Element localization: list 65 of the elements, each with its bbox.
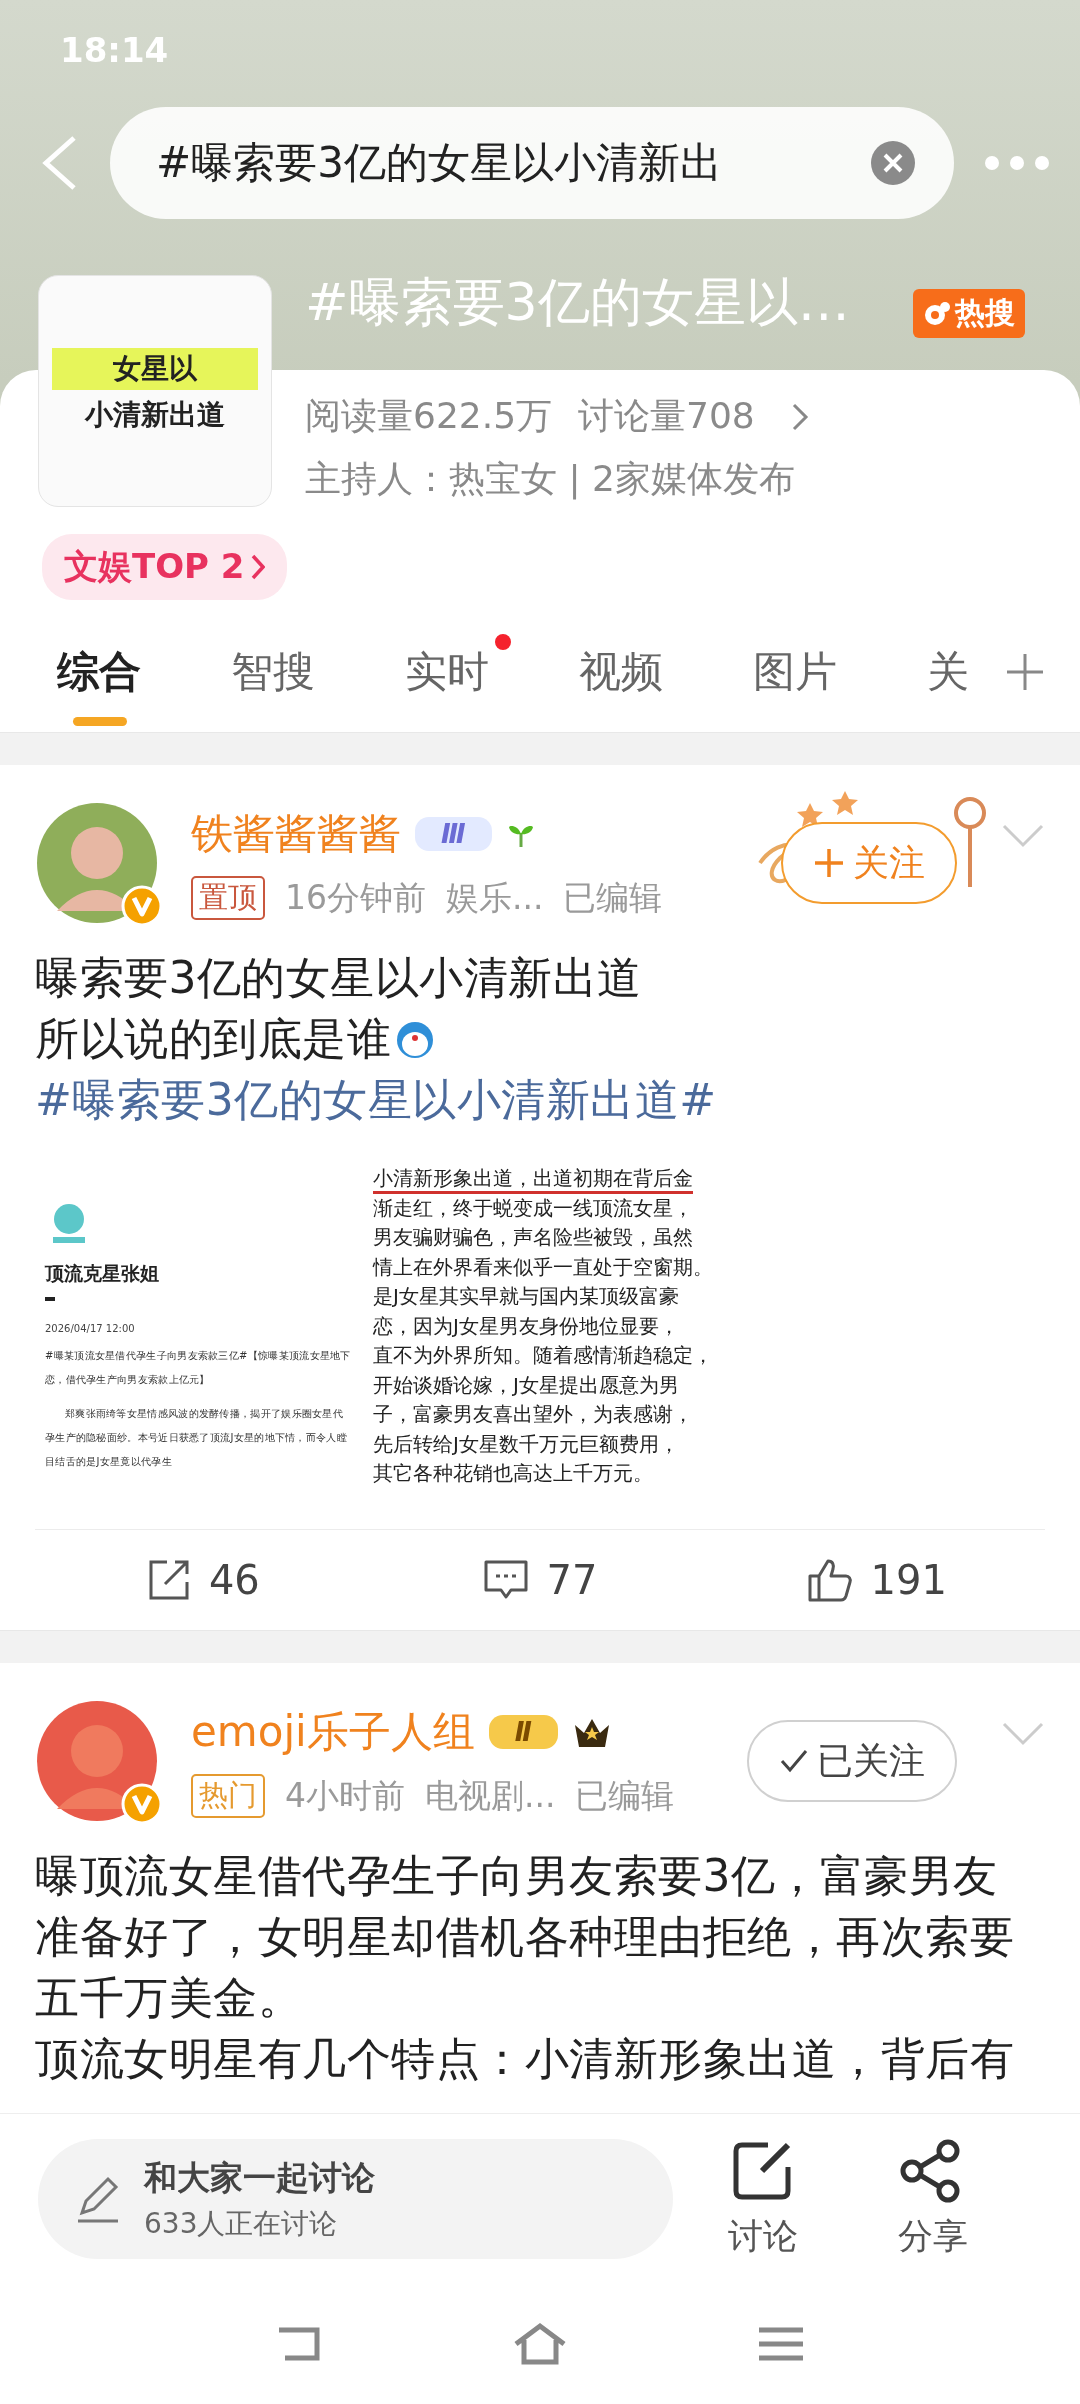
tab[interactable]: 视频 <box>577 612 751 732</box>
flame-icon <box>923 299 951 328</box>
topic-title: #曝索要3亿的女星以… <box>305 271 851 334</box>
share-button[interactable]: 分享 <box>853 2138 1013 2260</box>
article-date: 2026/04/17 12:00 <box>45 1323 136 1334</box>
discuss-button[interactable]: 讨论 <box>683 2138 843 2260</box>
topic-host: 主持人：热宝女 | 2家媒体发布 <box>305 457 796 502</box>
article-line: 先后转给J女星数千万元巨额费用， <box>373 1430 680 1458</box>
post-source: 娱乐... <box>446 876 544 919</box>
article-title: 顶流克星张姐 <box>45 1261 160 1286</box>
follow-button[interactable]: 已关注 <box>747 1720 957 1802</box>
search-field[interactable]: #曝索要3亿的女星以小清新出 <box>110 106 954 219</box>
article-paragraph: 郑爽张雨绮等女星情感风波的发酵传播，揭开了娱乐圈女星代孕生产的隐秘面纱。本号近日获悉了顶流J女星的地下情，而令人瞠目结舌的是J女星竟以代孕生 <box>45 1407 348 1469</box>
edited-label: 已编辑 <box>563 876 663 919</box>
topic-stat: 讨论量708 <box>578 394 755 438</box>
article-line: 直不为外界所知。随着感情渐趋稳定， <box>373 1342 714 1369</box>
post-time: 4小时前 <box>285 1774 405 1817</box>
thumbnail-text: 小清新出道 <box>85 397 225 433</box>
article-line: 子，富豪男友喜出望外，为表感谢， <box>373 1401 694 1428</box>
article-line: 开始谈婚论嫁，J女星提出愿意为男 <box>373 1371 680 1399</box>
post-text: 曝索要3亿的女星以小清新出道 <box>35 951 643 1005</box>
post-text: 顶流女明星有几个特点：小清新形象出道，背后有 <box>35 2032 1015 2086</box>
thumbnail-text: 女星以 <box>52 348 258 390</box>
action-count[interactable]: 46 <box>208 1557 260 1603</box>
discussion-field[interactable]: 和大家一起讨论 633人正在讨论 <box>38 2139 673 2259</box>
tab[interactable]: 智搜 <box>229 612 403 732</box>
post-time: 16分钟前 <box>285 876 426 919</box>
post-tag: 热门 <box>191 1774 265 1818</box>
rank-badge[interactable]: 文娱TOP 2 <box>42 534 287 600</box>
clear-icon[interactable] <box>870 139 916 186</box>
action-count[interactable]: 191 <box>870 1557 947 1603</box>
article-line: 恋，因为J女星男友身份地位显要， <box>373 1312 680 1340</box>
action-count[interactable]: 77 <box>546 1557 598 1603</box>
verified-icon <box>121 885 163 927</box>
tab[interactable]: 实时 <box>403 612 577 732</box>
verified-icon <box>121 1783 163 1825</box>
topic-stat: 阅读量622.5万 <box>305 394 553 438</box>
home-icon[interactable] <box>512 2322 568 2366</box>
plus-icon <box>813 847 845 879</box>
hashtag-link[interactable]: #曝索要3亿的女星以小清新出道# <box>35 1069 1025 1130</box>
post-tag: 置顶 <box>191 876 265 920</box>
article-line: 小清新形象出道，出道初期在背后金 <box>373 1165 693 1192</box>
post-text: 曝顶流女星借代孕生子向男友索要3亿，富豪男友准备好了，女明星却借机各种理由拒绝，再次索要五千万美金。 <box>35 1849 1015 2025</box>
tab[interactable]: 图片 <box>751 612 925 732</box>
article-line: 渐走红，终于蜕变成一线顶流女星， <box>373 1194 694 1222</box>
article-line: 男友骗财骗色，声名险些被毁，虽然 <box>373 1224 694 1251</box>
article-line: 情上在外界看来似乎一直处于空窗期。 <box>373 1253 714 1281</box>
dash-icon <box>45 1297 55 1301</box>
chevron-right-icon <box>250 554 265 580</box>
level-badge: Ⅲ <box>415 816 492 851</box>
emoji-icon <box>395 1020 435 1060</box>
like-icon <box>806 1558 853 1602</box>
chevron-right-icon[interactable] <box>790 401 809 432</box>
article-line: 是J女星其实早就与国内某顶级富豪 <box>373 1283 680 1310</box>
article-paragraph: #曝某顶流女星借代孕生子向男友索款三亿#【惊曝某顶流女星地下恋，借代孕生产向男友索款上亿元】 <box>45 1349 352 1387</box>
edited-label: 已编辑 <box>575 1774 675 1817</box>
post-text: 所以说的到底是谁 <box>35 1008 1025 1069</box>
article-line: 其它各种花销也高达上千万元。 <box>373 1460 654 1487</box>
plus-icon[interactable] <box>1005 652 1045 692</box>
comment-icon <box>482 1559 529 1601</box>
post-source: 电视剧... <box>425 1774 556 1817</box>
hot-search-badge: 热搜 <box>913 289 1025 338</box>
level-badge: Ⅱ <box>488 1714 558 1749</box>
tab[interactable]: 关 <box>925 612 1005 732</box>
tab[interactable]: 综合 <box>55 612 229 732</box>
